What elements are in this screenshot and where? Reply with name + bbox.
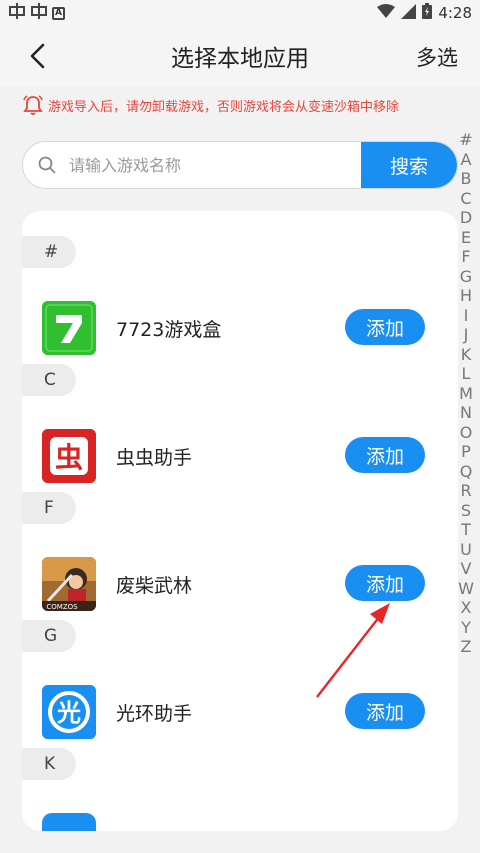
alphabet-index-letter[interactable]: Q <box>460 462 473 482</box>
section-header-c: C <box>22 364 76 396</box>
svg-text:COMZOS: COMZOS <box>46 603 78 611</box>
signal-icon <box>401 3 417 23</box>
bell-icon <box>23 95 43 115</box>
back-button[interactable] <box>22 40 52 72</box>
app-list: # 7723游戏盒 添加 C 虫 虫虫助手 添加 F COMZOS 废柴武林 添… <box>22 211 458 831</box>
status-bar: A 4:28 <box>0 0 480 26</box>
svg-text:光: 光 <box>56 699 81 727</box>
alphabet-index-letter[interactable]: Y <box>461 618 471 638</box>
add-button[interactable]: 添加 <box>345 437 425 473</box>
alphabet-index-letter[interactable]: W <box>458 579 474 599</box>
list-item <box>22 803 458 831</box>
partial-app-icon <box>42 813 96 831</box>
alphabet-index-letter[interactable]: D <box>460 208 472 228</box>
chongchong-notification-icon <box>30 2 48 24</box>
alphabet-index-letter[interactable]: C <box>460 189 471 209</box>
alphabet-index-letter[interactable]: T <box>461 520 471 540</box>
list-item: 光 光环助手 添加 <box>22 675 458 763</box>
notice-text: 游戏导入后，请勿卸载游戏，否则游戏将会从变速沙箱中移除 <box>48 99 400 115</box>
alphabet-index-letter[interactable]: E <box>461 228 471 248</box>
guanghuan-app-icon: 光 <box>42 685 96 739</box>
alphabet-index-letter[interactable]: N <box>460 403 472 423</box>
alphabet-index-letter[interactable]: # <box>459 130 472 150</box>
alphabet-index-letter[interactable]: A <box>461 150 472 170</box>
alphabet-index-letter[interactable]: I <box>464 306 469 326</box>
app-name: 7723游戏盒 <box>116 319 222 341</box>
status-notifications: A <box>8 2 65 24</box>
alphabet-index[interactable]: # A B C D E F G H I J K L M N O P Q R S T U V W X Y Z <box>458 130 474 657</box>
alphabet-index-letter[interactable]: G <box>460 267 472 287</box>
chongchong-notification-icon <box>8 2 26 24</box>
multi-select-button[interactable]: 多选 <box>416 42 458 72</box>
chevron-left-icon <box>30 43 45 69</box>
alphabet-index-letter[interactable]: M <box>459 384 473 404</box>
alphabet-index-letter[interactable]: B <box>461 169 472 189</box>
alphabet-index-letter[interactable]: X <box>461 598 472 618</box>
search-input[interactable] <box>57 155 361 175</box>
add-button[interactable]: 添加 <box>345 565 425 601</box>
alphabet-index-letter[interactable]: F <box>461 247 470 267</box>
wifi-icon <box>377 3 396 23</box>
alphabet-index-letter[interactable]: R <box>460 481 471 501</box>
section-header-f: F <box>22 492 76 524</box>
list-item: COMZOS 废柴武林 添加 <box>22 547 458 635</box>
section-header-hash: # <box>22 236 76 268</box>
search-icon <box>37 155 57 175</box>
a-notification-icon: A <box>52 6 65 20</box>
feichai-app-icon: COMZOS <box>42 557 96 611</box>
7723-app-icon <box>42 301 96 355</box>
section-header-g: G <box>22 620 76 652</box>
status-system: 4:28 <box>377 3 472 23</box>
alphabet-index-letter[interactable]: P <box>461 442 471 462</box>
search-bar: 搜索 <box>22 141 458 189</box>
alphabet-index-letter[interactable]: J <box>464 325 469 345</box>
section-header-k: K <box>22 748 76 780</box>
add-button[interactable]: 添加 <box>345 309 425 345</box>
alphabet-index-letter[interactable]: H <box>460 286 472 306</box>
app-header: 选择本地应用 多选 <box>0 26 480 86</box>
clock: 4:28 <box>438 4 472 22</box>
alphabet-index-letter[interactable]: O <box>460 423 473 443</box>
battery-icon <box>422 3 433 23</box>
list-item: 7723游戏盒 添加 <box>22 291 458 379</box>
list-item: 虫 虫虫助手 添加 <box>22 419 458 507</box>
alphabet-index-letter[interactable]: V <box>461 559 472 579</box>
alphabet-index-letter[interactable]: S <box>461 501 471 521</box>
alphabet-index-letter[interactable]: K <box>461 345 472 365</box>
alphabet-index-letter[interactable]: L <box>462 364 471 384</box>
add-button[interactable]: 添加 <box>345 693 425 729</box>
search-button[interactable]: 搜索 <box>361 142 457 188</box>
svg-text:虫: 虫 <box>55 441 83 474</box>
app-name: 虫虫助手 <box>116 447 193 469</box>
chongchong-app-icon: 虫 <box>42 429 96 483</box>
page-title: 选择本地应用 <box>171 46 309 72</box>
import-notice: 游戏导入后，请勿卸载游戏，否则游戏将会从变速沙箱中移除 <box>22 92 399 118</box>
app-name: 光环助手 <box>116 703 193 725</box>
alphabet-index-letter[interactable]: Z <box>461 637 472 657</box>
alphabet-index-letter[interactable]: U <box>460 540 472 560</box>
app-name: 废柴武林 <box>116 575 193 597</box>
